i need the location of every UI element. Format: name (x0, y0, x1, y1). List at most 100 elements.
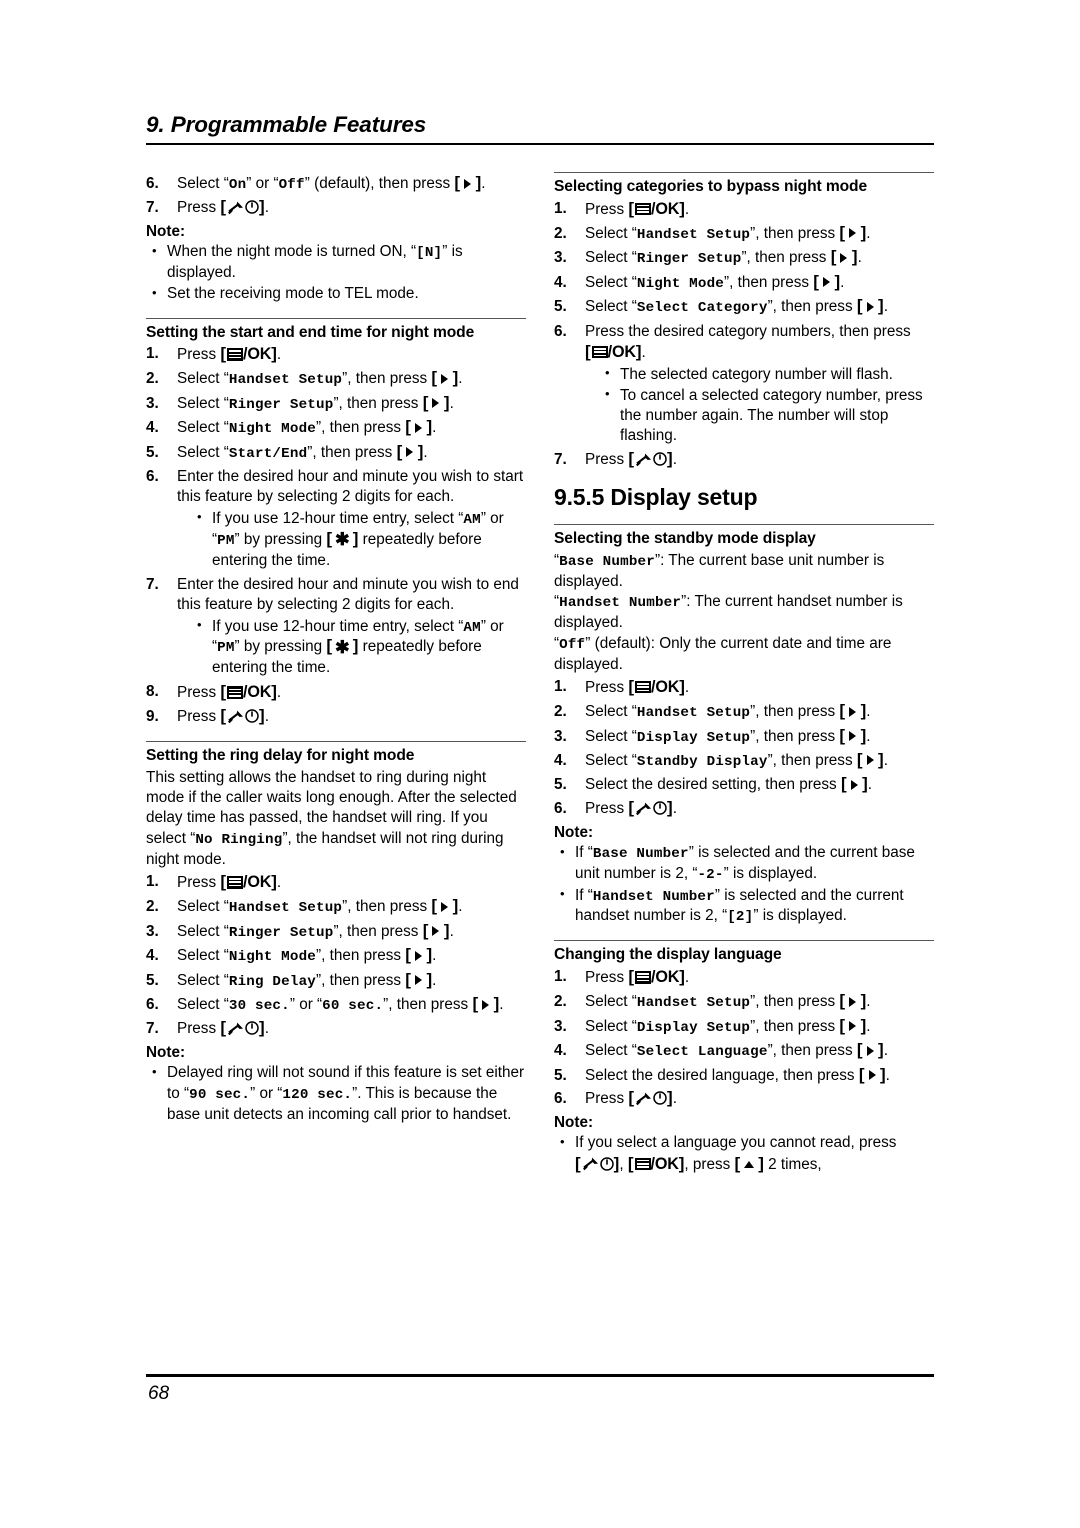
right-arrow-key-icon: [] (839, 222, 867, 242)
lcd-value: Handset Number (592, 888, 715, 905)
list-item: 7. Press []. (554, 450, 934, 470)
step-number: 5. (554, 1066, 567, 1084)
list-item: Delayed ring will not sound if this feat… (150, 1063, 526, 1125)
lcd-value: Ringer Setup (228, 924, 334, 941)
lcd-value: Night Mode (228, 421, 316, 438)
list-item: If you use 12-hour time entry, select “A… (195, 616, 526, 679)
lcd-value: Night Mode (636, 275, 724, 292)
lcd-value: Night Mode (228, 949, 316, 966)
lcd-value: Handset Number (559, 595, 682, 612)
step-text: Press []. (585, 450, 677, 468)
lcd-value: Ringer Setup (228, 396, 334, 413)
list-item: If you use 12-hour time entry, select “A… (195, 508, 526, 571)
step-text: Select “Standby Display”, then press []. (585, 749, 888, 770)
list-item: 2. Select “Handset Setup”, then press []… (146, 369, 526, 390)
step-text: Select “On” or “Off” (default), then pre… (177, 173, 486, 193)
step-text: Select “Night Mode”, then press []. (585, 271, 845, 292)
list-item: 4. Select “Standby Display”, then press … (554, 751, 934, 772)
step-number: 5. (146, 971, 159, 989)
right-arrow-key-icon: [] (431, 368, 459, 388)
step-text: Select “Handset Setup”, then press []. (177, 368, 463, 389)
page-header: 9. Programmable Features (146, 112, 934, 145)
lcd-value: Base Number (592, 846, 689, 863)
list-item: 4. Select “Night Mode”, then press []. (146, 418, 526, 439)
step-text: Press []. (585, 798, 677, 818)
step-number: 6. (146, 996, 159, 1014)
lcd-value: Base Number (559, 553, 655, 570)
right-column: Selecting categories to bypass night mod… (554, 172, 934, 1175)
chapter-title: 9. Programmable Features (146, 112, 427, 137)
lcd-value: Off (278, 177, 305, 193)
list-item: 1. Press [/OK]. (146, 872, 526, 894)
step-number: 3. (554, 1017, 567, 1035)
step-text: Select “Start/End”, then press []. (177, 441, 428, 462)
lcd-value: No Ringing (195, 831, 283, 848)
right-arrow-key-icon: [] (472, 994, 500, 1014)
step-text: Press []. (585, 1089, 677, 1107)
lcd-value: Handset Setup (228, 900, 343, 917)
list-item: If “Handset Number” is selected and the … (558, 885, 934, 928)
step-number: 7. (146, 575, 159, 593)
lcd-value: On (228, 177, 247, 193)
step-text: Press [/OK]. (585, 968, 689, 986)
section-divider (146, 740, 526, 742)
step-number: 2. (146, 370, 159, 388)
step-text: Press [/OK]. (177, 683, 281, 701)
off-power-key-icon: [] (220, 1018, 265, 1038)
right-arrow-key-icon: [] (858, 1064, 886, 1084)
section-title: 9.5.5 Display setup (554, 483, 758, 510)
step-number: 1. (554, 677, 567, 695)
off-power-key-icon: [] (628, 798, 673, 818)
step-text: Select “Handset Setup”, then press []. (585, 701, 871, 722)
standby-definition: “Handset Number”: The current handset nu… (554, 593, 903, 632)
lcd-value: Ring Delay (228, 973, 316, 990)
step-number: 1. (554, 199, 567, 217)
lcd-value: Standby Display (636, 753, 768, 770)
right-arrow-key-icon: [] (839, 725, 867, 745)
list-item: If “Base Number” is selected and the cur… (558, 843, 934, 885)
footer-divider (146, 1374, 934, 1377)
step-text: Press [/OK]. (177, 873, 281, 891)
list-item: 6. Press the desired category numbers, t… (554, 322, 934, 447)
list-item: 6. Select “On” or “Off” (default), then … (146, 174, 526, 195)
step-text: Select “Ringer Setup”, then press []. (585, 247, 862, 268)
lcd-value: PM (217, 532, 235, 549)
step-number: 3. (146, 922, 159, 940)
list-item: 5. Select “Ring Delay”, then press []. (146, 971, 526, 992)
lcd-value: Handset Setup (636, 705, 751, 722)
right-arrow-key-icon: [] (839, 1015, 867, 1035)
step-text: Select “Ringer Setup”, then press []. (177, 392, 454, 413)
list-item: 7. Enter the desired hour and minute you… (146, 575, 526, 679)
lcd-value: 60 sec. (322, 998, 384, 1015)
menu-ok-key-icon: [/OK] (628, 676, 685, 696)
step-text: Press the desired category numbers, then… (585, 323, 911, 361)
right-arrow-key-icon: [] (840, 774, 868, 794)
list-item: 1. Press [/OK]. (554, 677, 934, 699)
list-item: 5. Select the desired setting, then pres… (554, 775, 934, 795)
lcd-value: AM (463, 511, 481, 528)
list-item: If you select a language you cannot read… (558, 1133, 934, 1175)
start-end-steps-list: 1. Press [/OK]. 2. Select “Handset Setup… (146, 344, 526, 728)
list-item: 3. Select “Display Setup”, then press []… (554, 727, 934, 748)
up-arrow-key-icon: [] (734, 1153, 764, 1173)
lcd-value: -2- (697, 867, 724, 884)
step-number: 5. (554, 298, 567, 316)
standby-note-bullets: If “Base Number” is selected and the cur… (558, 843, 934, 927)
right-arrow-key-icon: [] (856, 1040, 884, 1060)
list-item: 4. Select “Night Mode”, then press []. (146, 946, 526, 967)
right-arrow-key-icon: [] (405, 417, 433, 437)
ring-delay-steps-list: 1. Press [/OK]. 2. Select “Handset Setup… (146, 872, 526, 1040)
note-label: Note: (146, 222, 186, 240)
step-number: 4. (554, 273, 567, 291)
lcd-value: 90 sec. (189, 1086, 251, 1103)
asterisk-key-icon: [✱] (326, 528, 359, 550)
right-arrow-key-icon: [] (422, 392, 450, 412)
step-number: 7. (146, 1020, 159, 1038)
step-number: 2. (554, 993, 567, 1011)
right-arrow-key-icon: [] (396, 441, 424, 461)
list-item: 1. Press [/OK]. (554, 199, 934, 221)
step-text: Select “Handset Setup”, then press []. (585, 991, 871, 1012)
step-text: Select “Ring Delay”, then press []. (177, 969, 437, 990)
list-item: 6. Press []. (554, 1089, 934, 1109)
list-item: Set the receiving mode to TEL mode. (150, 284, 526, 304)
